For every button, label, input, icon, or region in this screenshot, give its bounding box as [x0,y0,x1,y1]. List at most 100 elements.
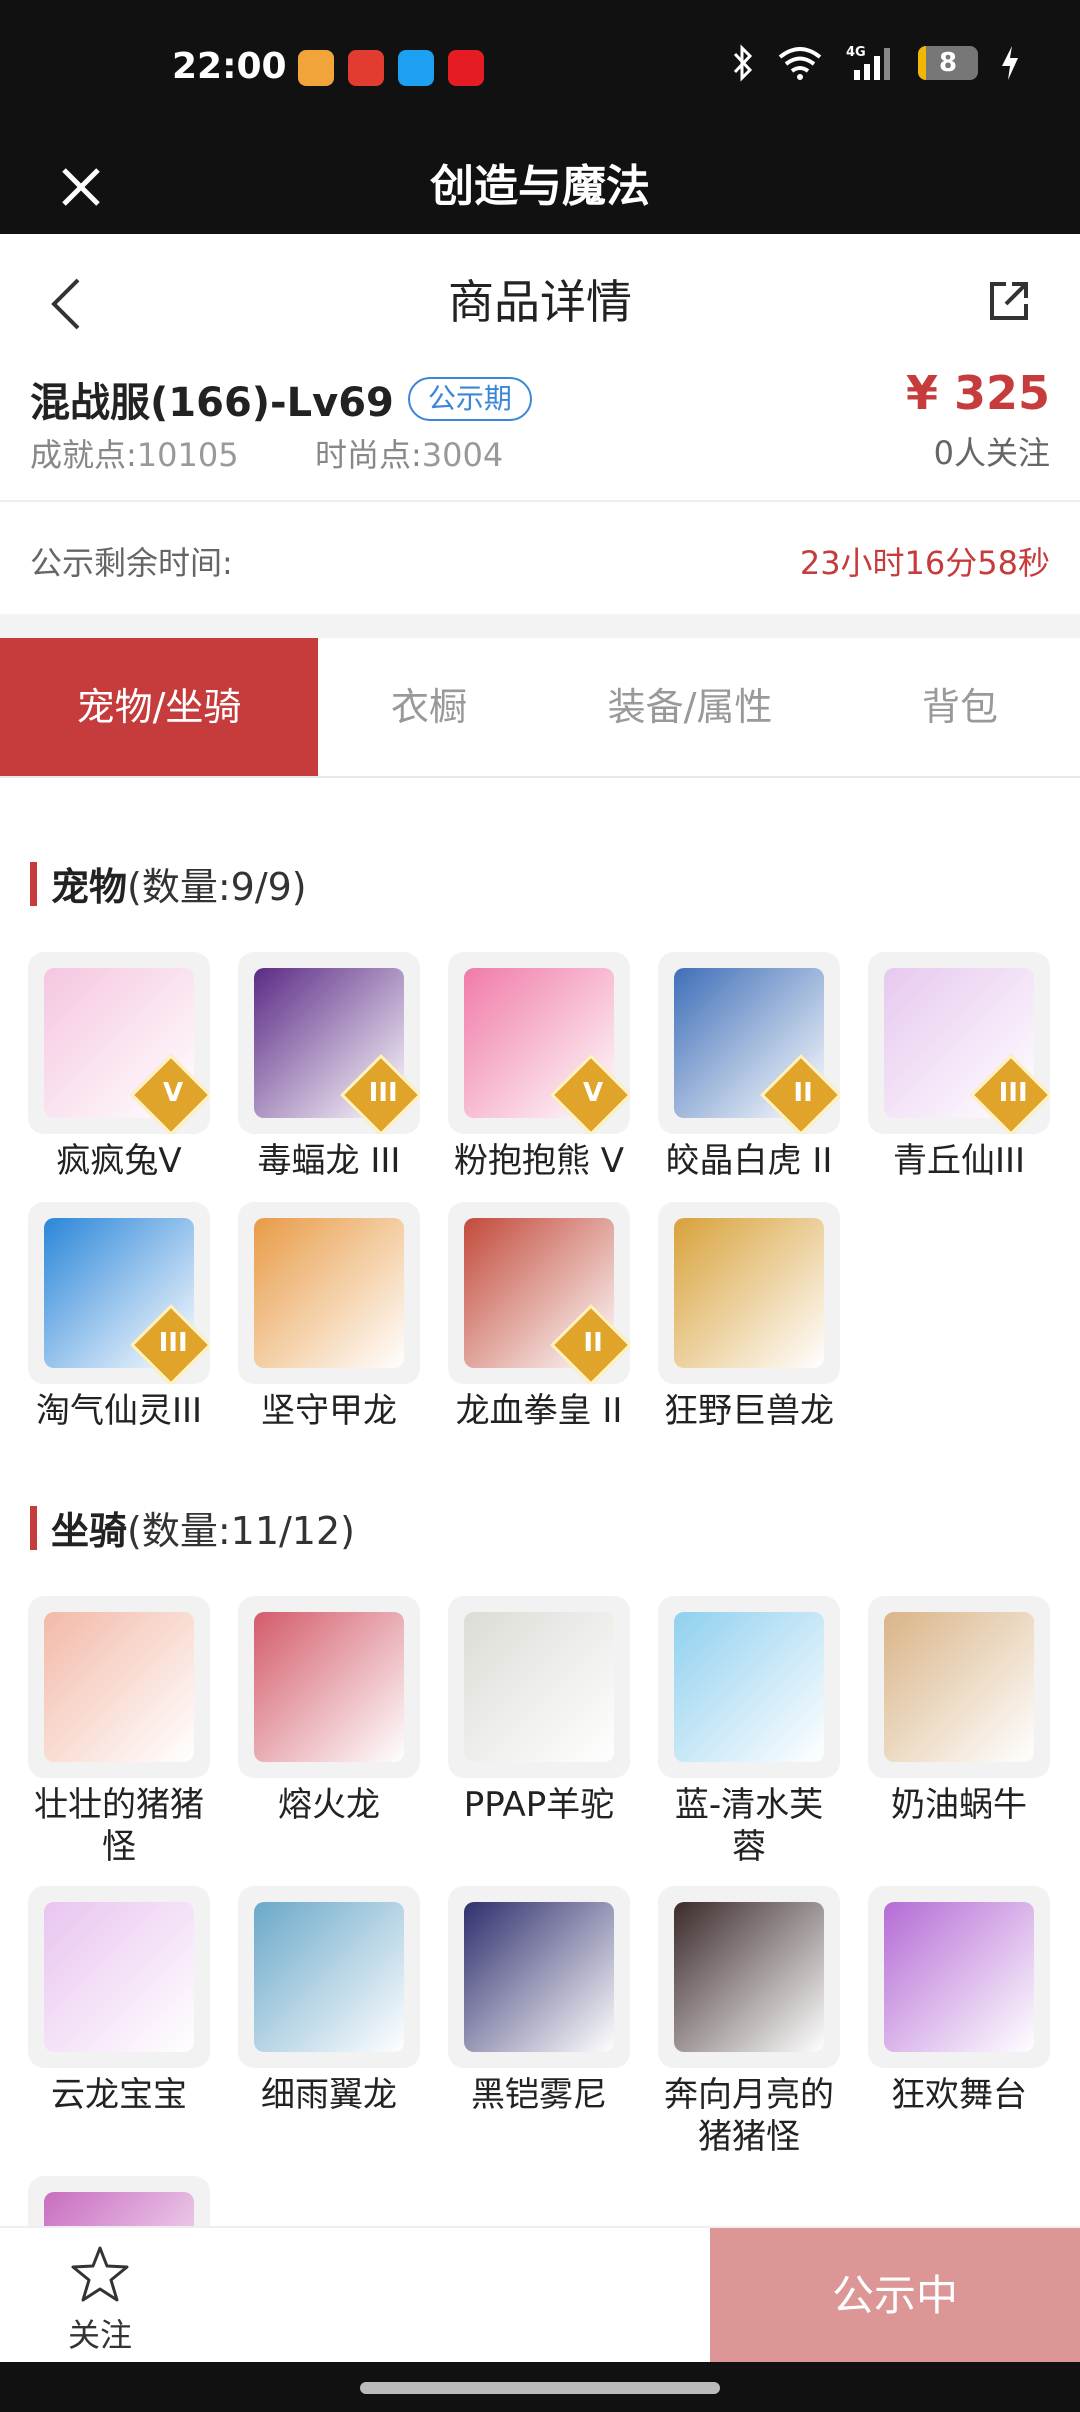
tab-wardrobe[interactable]: 衣橱 [318,638,540,776]
app-title: 创造与魔法 [430,161,650,212]
system-icons: 4G 8 [732,44,1020,82]
pet-image [674,1218,824,1368]
pet-thumbnail: II [658,952,840,1134]
tier-label: III [368,1077,398,1108]
status-bar: 22:00 4G 8 [0,0,1080,140]
fashion-value: 3004 [421,436,504,474]
mounts-count: (数量:11/12) [127,1509,355,1553]
battery-icon: 8 [918,46,978,80]
pet-name: 龙血拳皇 II [455,1391,623,1431]
mount-thumbnail [238,1886,420,2068]
mount-item[interactable]: 壮壮的猪猪怪 [28,1596,210,1868]
pet-name: 青丘仙III [892,1141,1026,1181]
app-notification-icon [448,50,484,86]
pet-image [254,1218,404,1368]
mount-item[interactable]: 云龙宝宝 [28,1886,210,2116]
product-info: 混战服(166)-Lv69 公示期 成就点:10105 时尚点:3004 ¥ 3… [0,366,1080,502]
page-title: 商品详情 [448,275,632,329]
share-icon [990,282,1028,320]
follow-button[interactable]: 关注 [60,2244,140,2356]
pet-thumbnail [658,1202,840,1384]
pet-thumbnail: III [28,1202,210,1384]
battery-level: 8 [938,48,958,78]
svg-text:4G: 4G [846,45,866,60]
pet-thumbnail [238,1202,420,1384]
bluetooth-icon [733,44,753,82]
pet-name: 淘气仙灵III [35,1391,203,1431]
mounts-heading: 坐骑 [51,1509,128,1553]
mount-name: 壮壮的猪猪怪 [34,1785,204,1867]
pet-item[interactable]: II 皎晶白虎 II [658,952,840,1182]
mount-image [884,1902,1034,2052]
signal-4g-icon: 4G [846,45,890,80]
mount-image [464,1612,614,1762]
mount-image [254,1902,404,2052]
mount-item[interactable]: PPAP羊驼 [448,1596,630,1826]
pet-name: 毒蝠龙 III [257,1141,401,1181]
mount-name: 云龙宝宝 [51,2075,187,2115]
mount-image [674,1902,824,2052]
pet-item[interactable]: V 疯疯兔V [28,952,210,1182]
pet-thumbnail: V [28,952,210,1134]
star-icon [71,2246,129,2302]
pet-name: 疯疯兔V [56,1141,182,1181]
pet-item[interactable]: V 粉抱抱熊 V [448,952,630,1182]
mount-item[interactable]: 奶油蜗牛 [868,1596,1050,1826]
pets-heading: 宠物 [51,865,128,909]
mount-name: 奔向月亮的猪猪怪 [664,2075,834,2157]
app-notification-icon [298,50,334,86]
pet-name: 坚守甲龙 [261,1391,397,1431]
status-badge: 公示期 [407,377,532,421]
tab-backpack[interactable]: 背包 [840,638,1080,776]
pet-item[interactable]: II 龙血拳皇 II [448,1202,630,1432]
mount-thumbnail [28,1886,210,2068]
mount-thumbnail [658,1886,840,2068]
mount-thumbnail [658,1596,840,1778]
achievement-value: 10105 [136,436,239,474]
mount-name: PPAP羊驼 [463,1785,615,1825]
pet-item[interactable]: III 青丘仙III [868,952,1050,1182]
countdown-label: 公示剩余时间: [30,544,233,582]
pet-name: 皎晶白虎 II [665,1141,833,1181]
mount-name: 熔火龙 [278,1785,380,1825]
mount-item[interactable]: 熔火龙 [238,1596,420,1826]
pet-thumbnail: II [448,1202,630,1384]
section-marker [30,861,37,906]
mount-name: 奶油蜗牛 [891,1785,1027,1825]
tab-pets-mounts[interactable]: 宠物/坐骑 [0,638,318,776]
pet-item[interactable]: 狂野巨兽龙 [658,1202,840,1432]
app-notification-icon [348,50,384,86]
qq-icon [398,50,434,86]
pet-item[interactable]: III 淘气仙灵III [28,1202,210,1432]
pet-item[interactable]: 坚守甲龙 [238,1202,420,1432]
mount-item[interactable]: 蓝-清水芙蓉 [658,1596,840,1868]
mount-thumbnail [868,1596,1050,1778]
mount-item[interactable]: 细雨翼龙 [238,1886,420,2116]
mount-name: 黑铠雾尼 [471,2075,607,2115]
tab-equipment[interactable]: 装备/属性 [540,638,840,776]
pet-thumbnail: III [868,952,1050,1134]
mount-image [44,1902,194,2052]
tier-label: V [163,1077,184,1108]
server-name-row: 混战服(166)-Lv69 公示期 [30,370,532,428]
pet-item[interactable]: III 毒蝠龙 III [238,952,420,1182]
app-title-bar: 创造与魔法 [0,140,1080,234]
status-time: 22:00 [172,46,287,87]
mount-item[interactable]: 黑铠雾尼 [448,1886,630,2116]
public-notice-button[interactable]: 公示中 [710,2228,1080,2364]
stats-row: 成就点:10105 时尚点:3004 [30,430,503,476]
notification-icons [298,50,484,86]
share-button[interactable] [986,278,1032,328]
price: ¥ 325 [905,366,1050,420]
mount-item[interactable]: 奔向月亮的猪猪怪 [658,1886,840,2158]
mounts-section-heading: 坐骑 (数量:11/12) [30,1500,355,1555]
pet-thumbnail: V [448,952,630,1134]
home-indicator[interactable] [360,2382,720,2394]
mount-image [254,1612,404,1762]
mount-item[interactable]: 狂欢舞台 [868,1886,1050,2116]
mount-name: 细雨翼龙 [261,2075,397,2115]
achievement-label: 成就点: [30,436,137,474]
mount-thumbnail [238,1596,420,1778]
fashion-label: 时尚点: [314,436,422,474]
tier-label: III [158,1327,188,1358]
